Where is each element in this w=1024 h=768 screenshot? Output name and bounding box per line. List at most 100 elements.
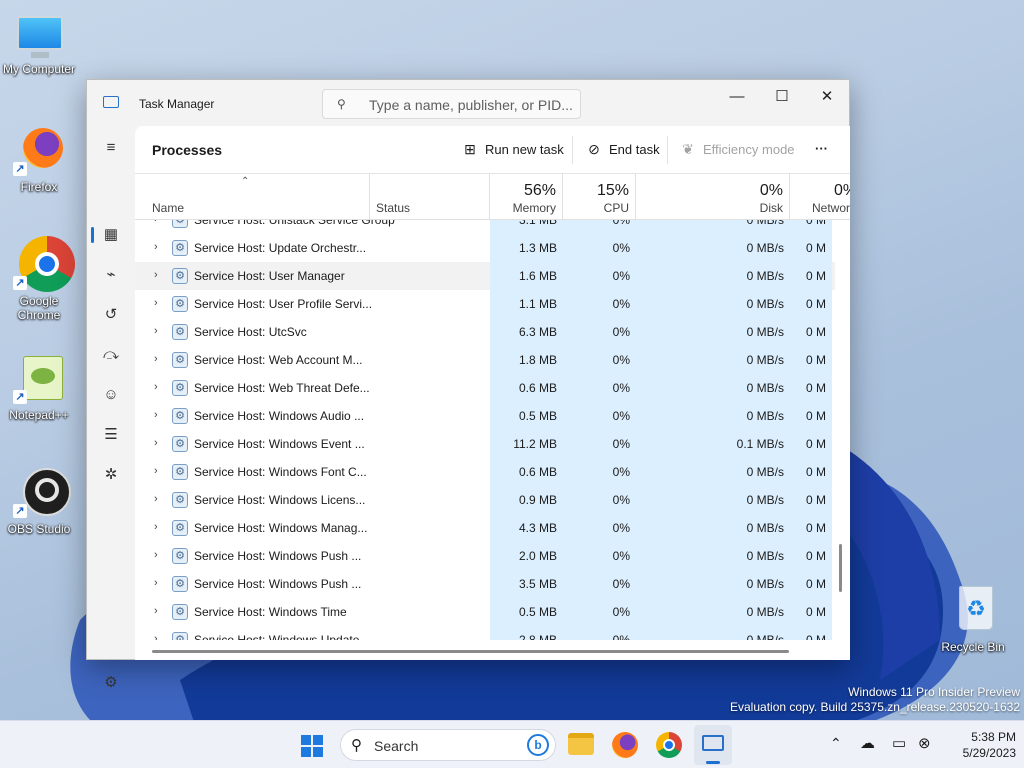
- show-hidden-icons-icon[interactable]: ⌃: [830, 735, 842, 752]
- service-host-icon: ⚙: [172, 520, 188, 536]
- monitor-icon: [11, 12, 67, 68]
- desktop-icon-recycle-bin[interactable]: ♻ Recycle Bin: [934, 582, 1012, 654]
- search-placeholder: Type a name, publisher, or PID...: [369, 97, 573, 113]
- details-icon[interactable]: ☰: [101, 425, 121, 445]
- expand-chevron-icon[interactable]: ›: [154, 409, 158, 421]
- minimize-button[interactable]: —: [714, 84, 760, 110]
- disk-cell: 0.1 MB/s: [636, 430, 790, 458]
- process-row[interactable]: › ⚙ Service Host: Web Threat Defe... 0.6 MB…: [135, 374, 835, 402]
- process-row[interactable]: › ⚙ Service Host: Web Account M... 1.8 MB 0%…: [135, 346, 835, 374]
- run-task-icon: ⊞: [464, 141, 476, 157]
- network-cell: 0 M: [790, 402, 832, 430]
- expand-chevron-icon[interactable]: ›: [154, 381, 158, 393]
- expand-chevron-icon[interactable]: ›: [154, 493, 158, 505]
- end-task-button[interactable]: ⊘ End task: [585, 141, 659, 158]
- process-row[interactable]: › ⚙ Service Host: Windows Licens... 0.9 MB 0…: [135, 486, 835, 514]
- desktop-icon-label: Google Chrome: [17, 294, 61, 322]
- process-row[interactable]: › ⚙ Service Host: Windows Event ... 11.2 MB…: [135, 430, 835, 458]
- close-button[interactable]: ✕: [804, 84, 850, 110]
- volume-muted-icon[interactable]: ⊗: [918, 734, 931, 752]
- process-row[interactable]: › ⚙ Service Host: User Manager 1.6 MB 0% 0 MB…: [135, 262, 835, 290]
- expand-chevron-icon[interactable]: ›: [154, 437, 158, 449]
- expand-chevron-icon[interactable]: ›: [154, 297, 158, 309]
- column-network[interactable]: 0% Network: [790, 174, 850, 220]
- maximize-button[interactable]: ☐: [759, 84, 805, 110]
- hamburger-menu-icon[interactable]: ≡: [101, 138, 121, 158]
- process-row[interactable]: › ⚙ Service Host: UtcSvc 6.3 MB 0% 0 MB/s 0 M: [135, 318, 835, 346]
- expand-chevron-icon[interactable]: ›: [154, 549, 158, 561]
- network-cell: 0 M: [790, 598, 832, 626]
- process-row[interactable]: › ⚙ Service Host: Windows Font C... 0.6 MB 0…: [135, 458, 835, 486]
- watermark-line-1: Windows 11 Pro Insider Preview: [848, 685, 1020, 699]
- column-memory[interactable]: 56% Memory: [490, 174, 563, 220]
- process-row[interactable]: › ⚙ Service Host: Update Orchestr... 1.3 MB…: [135, 234, 835, 262]
- network-icon[interactable]: ▭: [892, 734, 906, 752]
- column-cpu-label: CPU: [603, 201, 629, 215]
- desktop-icon-notepad-plus-plus[interactable]: ↗ Notepad++: [0, 350, 78, 422]
- network-cell: 0 M: [790, 374, 832, 402]
- performance-icon[interactable]: ⌁: [101, 265, 121, 285]
- window-title: Task Manager: [139, 97, 215, 111]
- horizontal-scrollbar[interactable]: [152, 650, 789, 653]
- file-explorer-icon[interactable]: [568, 733, 594, 755]
- expand-chevron-icon[interactable]: ›: [154, 605, 158, 617]
- process-name: Service Host: Web Account M...: [194, 353, 363, 367]
- expand-chevron-icon[interactable]: ›: [154, 325, 158, 337]
- expand-chevron-icon[interactable]: ›: [154, 353, 158, 365]
- cpu-cell: 0%: [563, 570, 636, 598]
- process-row[interactable]: › ⚙ Service Host: Windows Manag... 4.3 MB 0%…: [135, 514, 835, 542]
- process-row[interactable]: › ⚙ Service Host: Windows Push ... 3.5 MB 0%…: [135, 570, 835, 598]
- process-row[interactable]: › ⚙ Service Host: Windows Time 0.5 MB 0% 0 MB…: [135, 598, 835, 626]
- app-history-icon[interactable]: ↺: [101, 305, 121, 325]
- column-status[interactable]: Status: [370, 174, 490, 220]
- more-options-button[interactable]: ···: [815, 141, 828, 156]
- disk-cell: 0 MB/s: [636, 374, 790, 402]
- settings-icon[interactable]: ⚙: [101, 673, 121, 693]
- firefox-taskbar-icon[interactable]: [612, 732, 638, 758]
- chrome-taskbar-icon[interactable]: [656, 732, 682, 758]
- users-icon[interactable]: ☺: [101, 385, 121, 405]
- startup-apps-icon[interactable]: ⤼: [101, 345, 121, 365]
- cpu-cell: 0%: [563, 318, 636, 346]
- processes-icon[interactable]: ▦: [101, 225, 121, 245]
- memory-cell: 4.3 MB: [490, 514, 563, 542]
- search-box[interactable]: ⚲ Type a name, publisher, or PID...: [322, 89, 581, 119]
- column-disk[interactable]: 0% Disk: [636, 174, 790, 220]
- expand-chevron-icon[interactable]: ›: [154, 577, 158, 589]
- task-manager-taskbar-button[interactable]: [694, 725, 732, 765]
- desktop-icon-google-chrome[interactable]: ↗ Google Chrome: [0, 236, 78, 322]
- column-cpu[interactable]: 15% CPU: [563, 174, 636, 220]
- service-host-icon: ⚙: [172, 268, 188, 284]
- process-row[interactable]: › ⚙ Service Host: User Profile Servi... 1.1…: [135, 290, 835, 318]
- disk-percent: 0%: [759, 182, 783, 199]
- desktop-icon-my-computer[interactable]: My Computer: [0, 12, 78, 84]
- disk-cell: 0 MB/s: [636, 458, 790, 486]
- expand-chevron-icon[interactable]: ›: [154, 220, 158, 225]
- start-button[interactable]: [300, 734, 324, 758]
- services-icon[interactable]: ✲: [101, 465, 121, 485]
- expand-chevron-icon[interactable]: ›: [154, 269, 158, 281]
- process-row[interactable]: › ⚙ Service Host: Windows Update 2.8 MB 0% 0 …: [135, 626, 835, 640]
- expand-chevron-icon[interactable]: ›: [154, 633, 158, 640]
- column-name[interactable]: ⌃ Name: [135, 174, 370, 220]
- expand-chevron-icon[interactable]: ›: [154, 241, 158, 253]
- memory-percent: 56%: [523, 182, 556, 199]
- desktop-icon-firefox[interactable]: ↗ Firefox: [0, 122, 78, 194]
- process-row[interactable]: › ⚙ Service Host: Windows Audio ... 0.5 MB 0…: [135, 402, 835, 430]
- leaf-icon: ❦: [682, 141, 694, 157]
- vertical-scrollbar[interactable]: [839, 544, 842, 592]
- clock[interactable]: 5:38 PM 5/29/2023: [946, 729, 1016, 761]
- cloud-offline-icon[interactable]: ☁: [860, 734, 875, 752]
- expand-chevron-icon[interactable]: ›: [154, 521, 158, 533]
- taskbar-search[interactable]: ⚲ Search b: [340, 729, 556, 761]
- network-cell: 0 M: [790, 486, 832, 514]
- process-row[interactable]: › ⚙ Service Host: Unistack Service Group 3.…: [135, 220, 835, 234]
- title-bar[interactable]: Task Manager ⚲ Type a name, publisher, o…: [87, 80, 849, 126]
- cpu-cell: 0%: [563, 542, 636, 570]
- expand-chevron-icon[interactable]: ›: [154, 465, 158, 477]
- run-new-task-button[interactable]: ⊞ Run new task: [461, 141, 564, 158]
- efficiency-mode-button[interactable]: ❦ Efficiency mode: [679, 141, 794, 158]
- desktop-icon-obs-studio[interactable]: ↗ OBS Studio: [0, 464, 78, 536]
- column-disk-label: Disk: [759, 201, 783, 215]
- process-row[interactable]: › ⚙ Service Host: Windows Push ... 2.0 MB 0%…: [135, 542, 835, 570]
